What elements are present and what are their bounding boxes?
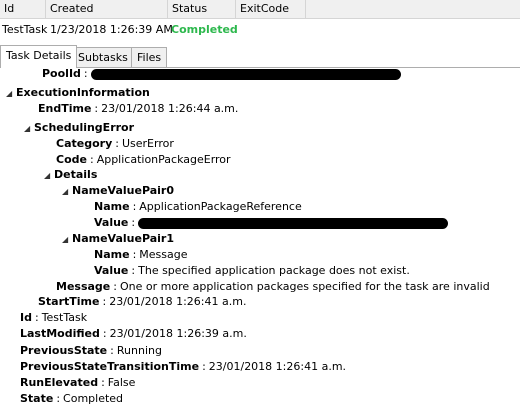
- column-header-exitcode[interactable]: ExitCode: [236, 0, 306, 18]
- tree-node-id[interactable]: Id: TestTask: [20, 310, 87, 326]
- tree-node-previousstate[interactable]: PreviousState: Running: [20, 343, 162, 359]
- tree-node-category[interactable]: Category: UserError: [56, 136, 174, 152]
- redacted-package-value: [138, 217, 449, 229]
- expanded-triangle-icon[interactable]: ◢: [62, 232, 72, 248]
- tree-node-starttime[interactable]: StartTime:23/01/2018 1:26:41 a.m.: [38, 294, 246, 310]
- task-row-created: 1/23/2018 1:26:39 AM: [50, 23, 173, 36]
- column-header-created[interactable]: Created: [46, 0, 168, 18]
- detail-tabs: Task Details Subtasks Files: [0, 45, 520, 68]
- tree-node-details[interactable]: ◢ Details: [44, 167, 97, 183]
- tree-node-nvp0-name[interactable]: Name: ApplicationPackageReference: [94, 199, 302, 215]
- column-header-id[interactable]: Id: [0, 0, 46, 18]
- tree-node-namevaluepair1[interactable]: ◢ NameValuePair1: [62, 231, 174, 247]
- tree-node-state[interactable]: State: Completed: [20, 391, 123, 407]
- tree-node-execution-information[interactable]: ◢ ExecutionInformation: [6, 85, 150, 101]
- tree-node-scheduling-error[interactable]: ◢ SchedulingError: [24, 120, 134, 136]
- redacted-poolid: [90, 68, 401, 80]
- tree-node-previousstatetransitiontime[interactable]: PreviousStateTransitionTime:23/01/2018 1…: [20, 359, 346, 375]
- expanded-triangle-icon[interactable]: ◢: [24, 121, 34, 137]
- tree-node-nvp1-value[interactable]: Value: The specified application package …: [94, 263, 410, 279]
- tree-node-lastmodified[interactable]: LastModified:23/01/2018 1:26:39 a.m.: [20, 326, 247, 342]
- task-row-id: TestTask: [2, 23, 48, 36]
- expanded-triangle-icon[interactable]: ◢: [6, 86, 16, 102]
- tree-node-nvp0-value[interactable]: Value:: [94, 215, 449, 231]
- tree-node-nvp1-name[interactable]: Name: Message: [94, 247, 188, 263]
- tree-node-runelevated[interactable]: RunElevated: False: [20, 375, 135, 391]
- expanded-triangle-icon[interactable]: ◢: [44, 168, 54, 184]
- tree-node-endtime[interactable]: EndTime:23/01/2018 1:26:44 a.m.: [38, 101, 238, 117]
- tree-node-namevaluepair0[interactable]: ◢ NameValuePair0: [62, 183, 174, 199]
- property-tree: PoolId: ◢ ExecutionInformation EndTime:23…: [0, 67, 520, 412]
- tree-node-code[interactable]: Code: ApplicationPackageError: [56, 152, 231, 168]
- task-row[interactable]: TestTask 1/23/2018 1:26:39 AM Completed: [0, 19, 520, 41]
- tree-node-message[interactable]: Message: One or more application packages…: [56, 279, 490, 295]
- tab-task-details[interactable]: Task Details: [0, 45, 78, 68]
- column-header-status[interactable]: Status: [168, 0, 236, 18]
- tab-files[interactable]: Files: [131, 47, 168, 67]
- task-row-status: Completed: [171, 23, 238, 36]
- expanded-triangle-icon[interactable]: ◢: [62, 184, 72, 200]
- tree-node-poolid[interactable]: PoolId:: [42, 67, 401, 82]
- task-grid-header: Id Created Status ExitCode: [0, 0, 520, 19]
- tab-subtasks[interactable]: Subtasks: [72, 47, 134, 67]
